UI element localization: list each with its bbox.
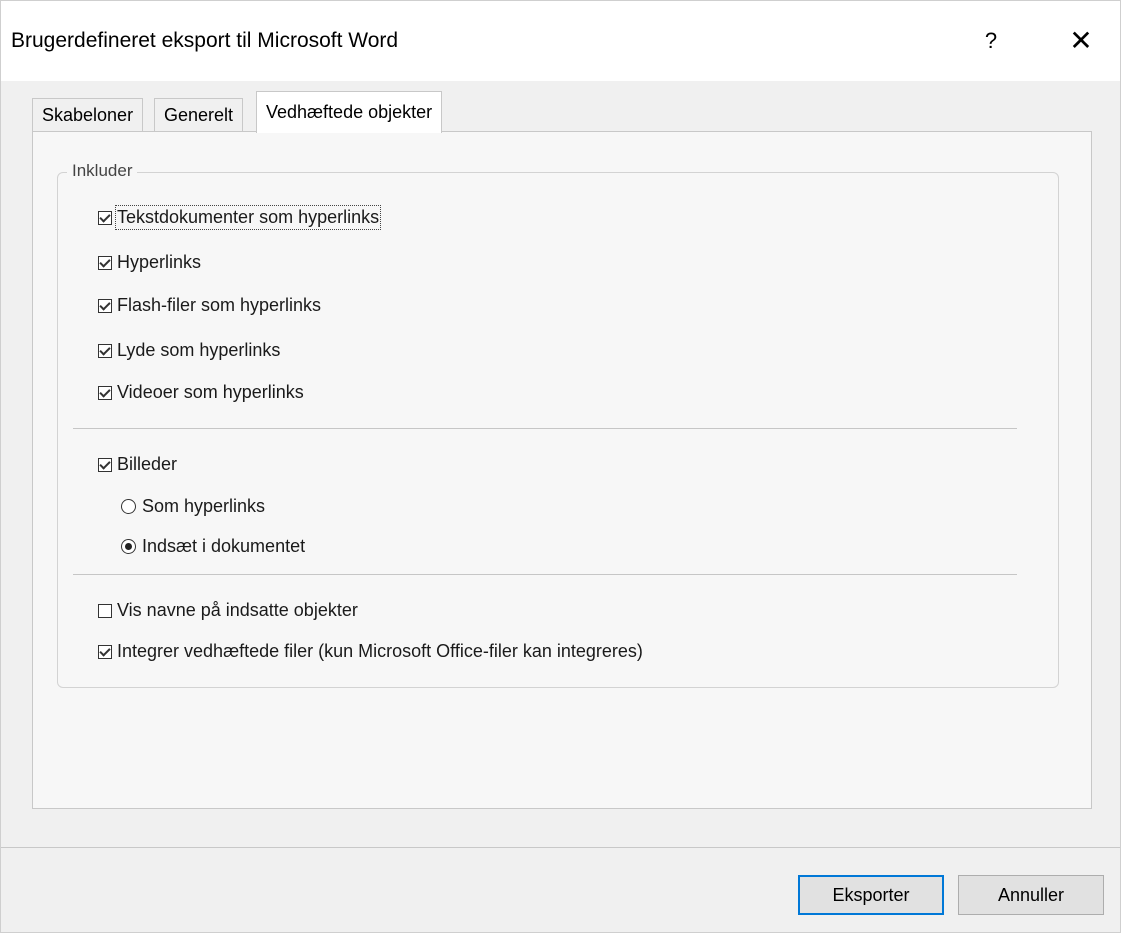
checkbox-text-documents[interactable]: Tekstdokumenter som hyperlinks — [98, 205, 382, 230]
checkbox-label: Videoer som hyperlinks — [117, 382, 304, 402]
close-icon[interactable]: ✕ — [1056, 21, 1106, 61]
checkbox-box[interactable] — [98, 603, 112, 618]
help-button[interactable]: ? — [966, 21, 1016, 61]
checkbox-label: Lyde som hyperlinks — [117, 340, 281, 360]
include-legend: Inkluder — [67, 161, 138, 181]
checkbox-sounds[interactable]: Lyde som hyperlinks — [98, 340, 280, 361]
checkbox-label: Billeder — [117, 454, 178, 474]
tab-generelt[interactable]: Generelt — [154, 98, 244, 132]
tab-panel: Inkluder Tekstdokumenter som hyperlinks … — [32, 131, 1092, 809]
footer-separator — [1, 847, 1120, 848]
radio-button[interactable] — [121, 499, 136, 514]
checkbox-box[interactable] — [98, 298, 112, 313]
radio-as-hyperlinks[interactable]: Som hyperlinks — [121, 496, 265, 517]
checkbox-videos[interactable]: Videoer som hyperlinks — [98, 382, 304, 403]
checkbox-label: Integrer vedhæftede filer (kun Microsoft… — [117, 641, 643, 661]
separator — [73, 574, 1017, 575]
checkbox-images[interactable]: Billeder — [98, 454, 177, 475]
checkbox-label: Flash-filer som hyperlinks — [117, 295, 322, 315]
radio-label: Indsæt i dokumentet — [142, 536, 306, 556]
export-button[interactable]: Eksporter — [798, 875, 944, 915]
checkbox-show-names[interactable]: Vis navne på indsatte objekter — [98, 600, 358, 621]
checkbox-label: Hyperlinks — [117, 252, 202, 272]
checkbox-box[interactable] — [98, 385, 112, 400]
checkbox-box[interactable] — [98, 457, 112, 472]
tab-vedhaeftede-objekter[interactable]: Vedhæftede objekter — [256, 91, 443, 133]
checkbox-box[interactable] — [98, 644, 112, 659]
separator — [73, 428, 1017, 429]
checkbox-box[interactable] — [98, 210, 112, 225]
radio-insert-in-document[interactable]: Indsæt i dokumentet — [121, 536, 305, 557]
checkbox-flash-files[interactable]: Flash-filer som hyperlinks — [98, 295, 321, 316]
checkbox-box[interactable] — [98, 343, 112, 358]
tab-skabeloner[interactable]: Skabeloner — [32, 98, 144, 132]
checkbox-embed-attached-files[interactable]: Integrer vedhæftede filer (kun Microsoft… — [98, 641, 643, 662]
title-bar: Brugerdefineret eksport til Microsoft Wo… — [1, 1, 1120, 81]
cancel-button[interactable]: Annuller — [958, 875, 1104, 915]
checkbox-box[interactable] — [98, 255, 112, 270]
radio-label: Som hyperlinks — [142, 496, 266, 516]
dialog-title: Brugerdefineret eksport til Microsoft Wo… — [11, 29, 399, 52]
export-dialog: Brugerdefineret eksport til Microsoft Wo… — [0, 0, 1121, 933]
checkbox-label: Vis navne på indsatte objekter — [117, 600, 358, 620]
radio-button[interactable] — [121, 539, 136, 554]
checkbox-label: Tekstdokumenter som hyperlinks — [114, 205, 382, 230]
checkbox-hyperlinks[interactable]: Hyperlinks — [98, 252, 201, 273]
